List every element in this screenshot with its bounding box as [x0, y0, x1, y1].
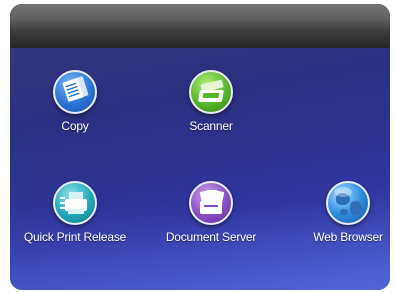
app-web-browser[interactable]: Web Browser	[313, 181, 383, 244]
top-bar-shine	[10, 4, 390, 26]
docserver-slot	[204, 205, 218, 207]
quick-print-release-icon	[53, 181, 97, 225]
app-label-document-server: Document Server	[165, 230, 257, 244]
copy-icon	[53, 70, 97, 114]
docserver-box	[200, 201, 222, 214]
scanner-glass	[202, 93, 220, 98]
scanner-icon	[189, 70, 233, 114]
app-label-copy: Copy	[61, 119, 89, 133]
globe-icon	[326, 181, 370, 225]
app-document-server[interactable]: Document Server	[166, 181, 256, 244]
globe-continent	[340, 209, 348, 215]
qpr-speed-line	[60, 202, 65, 204]
qpr-speed-line	[60, 207, 65, 209]
globe-continent	[350, 201, 362, 215]
device-bezel: Copy Scanner Quick Print Release Documen…	[10, 4, 390, 290]
top-status-bar	[10, 4, 390, 48]
globe-shine	[334, 187, 352, 197]
document-server-icon	[189, 181, 233, 225]
app-label-quick-print-release: Quick Print Release	[23, 230, 127, 244]
app-quick-print-release[interactable]: Quick Print Release	[24, 181, 126, 244]
qpr-tray	[68, 209, 84, 214]
app-scanner[interactable]: Scanner	[189, 70, 233, 133]
app-label-web-browser: Web Browser	[313, 230, 383, 244]
home-screen: Copy Scanner Quick Print Release Documen…	[10, 4, 390, 290]
app-label-scanner: Scanner	[189, 119, 233, 133]
qpr-speed-line	[60, 197, 65, 199]
app-copy[interactable]: Copy	[53, 70, 97, 133]
